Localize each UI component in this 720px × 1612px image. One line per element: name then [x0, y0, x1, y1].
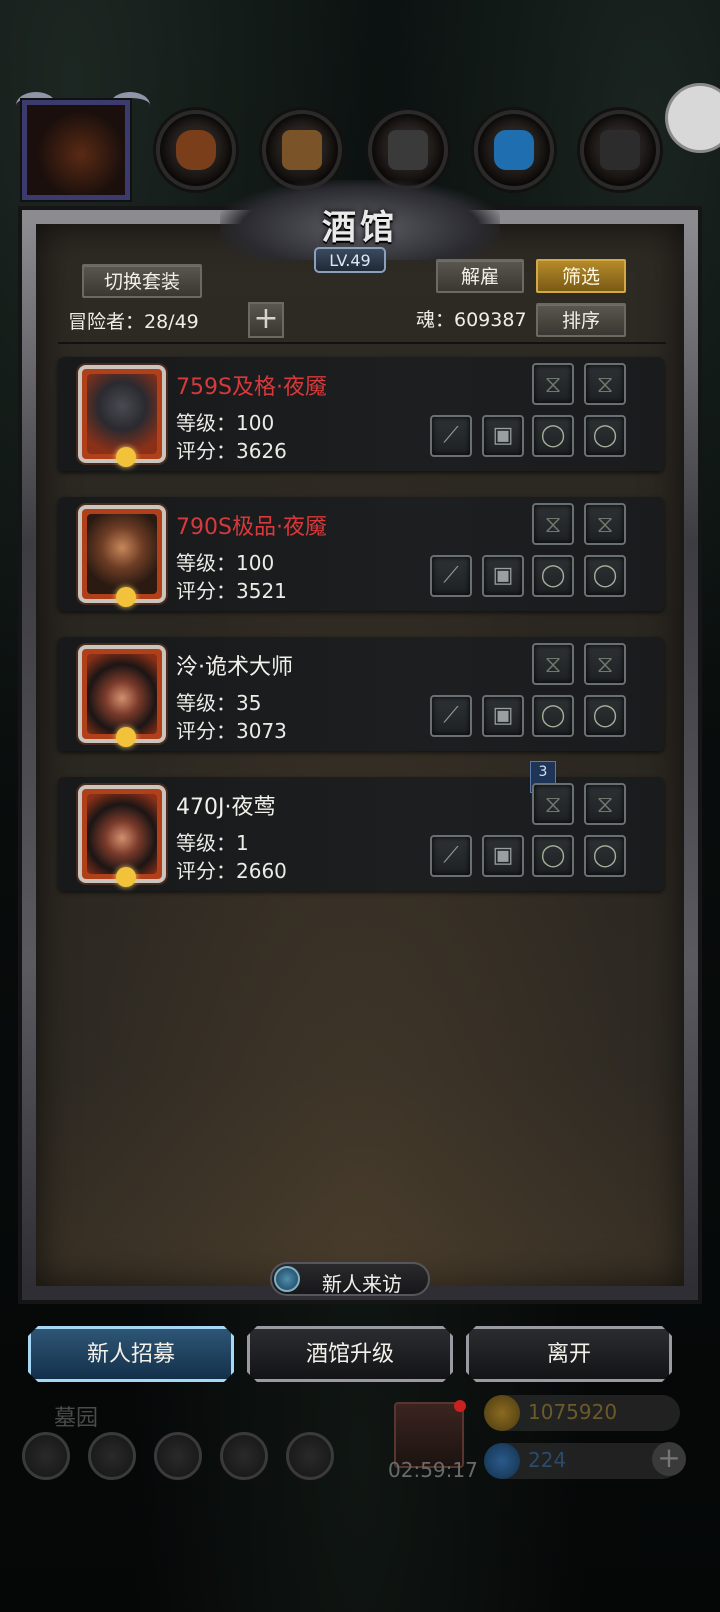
armor-icon[interactable]: ▣	[482, 835, 524, 877]
visitor-label: 新人来访	[322, 1272, 402, 1296]
resource-wood-icon	[262, 110, 342, 190]
gift-timer: 02:59:17	[388, 1458, 478, 1482]
resource-iron-icon	[580, 110, 660, 190]
hourglass-icon[interactable]: ⧖	[532, 643, 574, 685]
clock-icon	[274, 1266, 300, 1292]
blade-icon[interactable]: ⟋	[430, 835, 472, 877]
panel-divider	[58, 342, 666, 344]
moon-icon	[116, 727, 136, 747]
adventurer-name: 泠·诡术大师	[176, 655, 293, 680]
ring-icon[interactable]: ◯	[584, 415, 626, 457]
location-label: 墓园	[54, 1406, 99, 1431]
adventurer-level: 等级：100	[176, 411, 275, 435]
resource-stone-icon	[368, 110, 448, 190]
hourglass-icon[interactable]: ⧖	[584, 503, 626, 545]
hero-portrait[interactable]	[22, 100, 130, 200]
hourglass-icon[interactable]: ⧖	[532, 363, 574, 405]
menu-circle-icon[interactable]	[22, 1432, 70, 1480]
avatar[interactable]	[78, 505, 166, 607]
adventurer-score: 评分：3521	[176, 579, 287, 603]
blade-icon[interactable]: ⟋	[430, 415, 472, 457]
gem-amount: 224	[528, 1448, 567, 1472]
upgrade-tavern-button[interactable]: 酒馆升级	[247, 1326, 453, 1382]
armor-icon[interactable]: ▣	[482, 555, 524, 597]
sort-button[interactable]: 排序	[536, 303, 626, 337]
moon-icon	[116, 447, 136, 467]
filter-button[interactable]: 筛选	[536, 259, 626, 293]
notification-dot	[454, 1400, 466, 1412]
adventurer-score: 评分：3073	[176, 719, 287, 743]
adventurer-name: 759S及格·夜魇	[176, 375, 327, 400]
hourglass-icon[interactable]: ⧖	[532, 503, 574, 545]
gold-amount: 1075920	[528, 1400, 618, 1424]
gem-icon	[484, 1443, 520, 1479]
leave-button[interactable]: 离开	[466, 1326, 672, 1382]
resource-crystal-icon	[474, 110, 554, 190]
ring-icon[interactable]: ◯	[532, 695, 574, 737]
adventurer-score: 评分：3626	[176, 439, 287, 463]
moon-icon	[116, 587, 136, 607]
hourglass-icon[interactable]: ⧖	[584, 643, 626, 685]
adventurer-score: 评分：2660	[176, 859, 287, 883]
hourglass-icon[interactable]: ⧖	[532, 783, 574, 825]
ring-icon[interactable]: ◯	[584, 555, 626, 597]
switch-outfit-button[interactable]: 切换套装	[82, 264, 202, 298]
menu-circle-icon[interactable]	[286, 1432, 334, 1480]
moon-icon	[116, 867, 136, 887]
blade-icon[interactable]: ⟋	[430, 555, 472, 597]
blade-icon[interactable]: ⟋	[430, 695, 472, 737]
recruit-button[interactable]: 新人招募	[28, 1326, 234, 1382]
gold-display: 1075920	[484, 1395, 680, 1431]
adventurer-name: 790S极品·夜魇	[176, 515, 327, 540]
soul-amount: 魂：609387	[416, 309, 527, 331]
avatar[interactable]	[78, 785, 166, 887]
adventurer-name: 470J·夜莺	[176, 795, 276, 820]
hourglass-icon[interactable]: ⧖	[584, 363, 626, 405]
ring-icon[interactable]: ◯	[532, 415, 574, 457]
armor-icon[interactable]: ▣	[482, 415, 524, 457]
adventurer-level: 等级：35	[176, 691, 262, 715]
ring-icon[interactable]: ◯	[532, 555, 574, 597]
avatar[interactable]	[78, 645, 166, 747]
new-visitor-button[interactable]: 新人来访	[270, 1262, 430, 1296]
adventurer-level: 等级：100	[176, 551, 275, 575]
adventurer-card[interactable]: 790S极品·夜魇 等级：100 评分：3521 ⧖ ⧖ ⟋ ▣ ◯ ◯	[58, 497, 664, 611]
adventurer-count: 冒险者：28/49	[68, 311, 199, 333]
menu-circle-icon[interactable]	[154, 1432, 202, 1480]
ring-icon[interactable]: ◯	[532, 835, 574, 877]
adventurer-level: 等级：1	[176, 831, 249, 855]
armor-icon[interactable]: ▣	[482, 695, 524, 737]
add-currency-button[interactable]: +	[652, 1442, 686, 1476]
menu-circle-icon[interactable]	[220, 1432, 268, 1480]
ring-icon[interactable]: ◯	[584, 835, 626, 877]
adventurer-card[interactable]: 3 470J·夜莺 等级：1 评分：2660 ⧖ ⧖ ⟋ ▣ ◯ ◯	[58, 761, 664, 891]
resource-meat-icon	[156, 110, 236, 190]
menu-circle-icon[interactable]	[88, 1432, 136, 1480]
tavern-level-badge: LV.49	[314, 247, 386, 273]
adventurer-card[interactable]: 泠·诡术大师 等级：35 评分：3073 ⧖ ⧖ ⟋ ▣ ◯ ◯	[58, 637, 664, 751]
panel-title: 酒馆	[322, 208, 398, 248]
avatar[interactable]	[78, 365, 166, 467]
gem-display: 224	[484, 1443, 680, 1479]
ring-icon[interactable]: ◯	[584, 695, 626, 737]
add-slot-button[interactable]: +	[248, 302, 284, 338]
dismiss-button[interactable]: 解雇	[436, 259, 524, 293]
hourglass-icon[interactable]: ⧖	[584, 783, 626, 825]
adventurer-card[interactable]: 759S及格·夜魇 等级：100 评分：3626 ⧖ ⧖ ⟋ ▣ ◯ ◯	[58, 357, 664, 471]
gold-coin-icon	[484, 1395, 520, 1431]
